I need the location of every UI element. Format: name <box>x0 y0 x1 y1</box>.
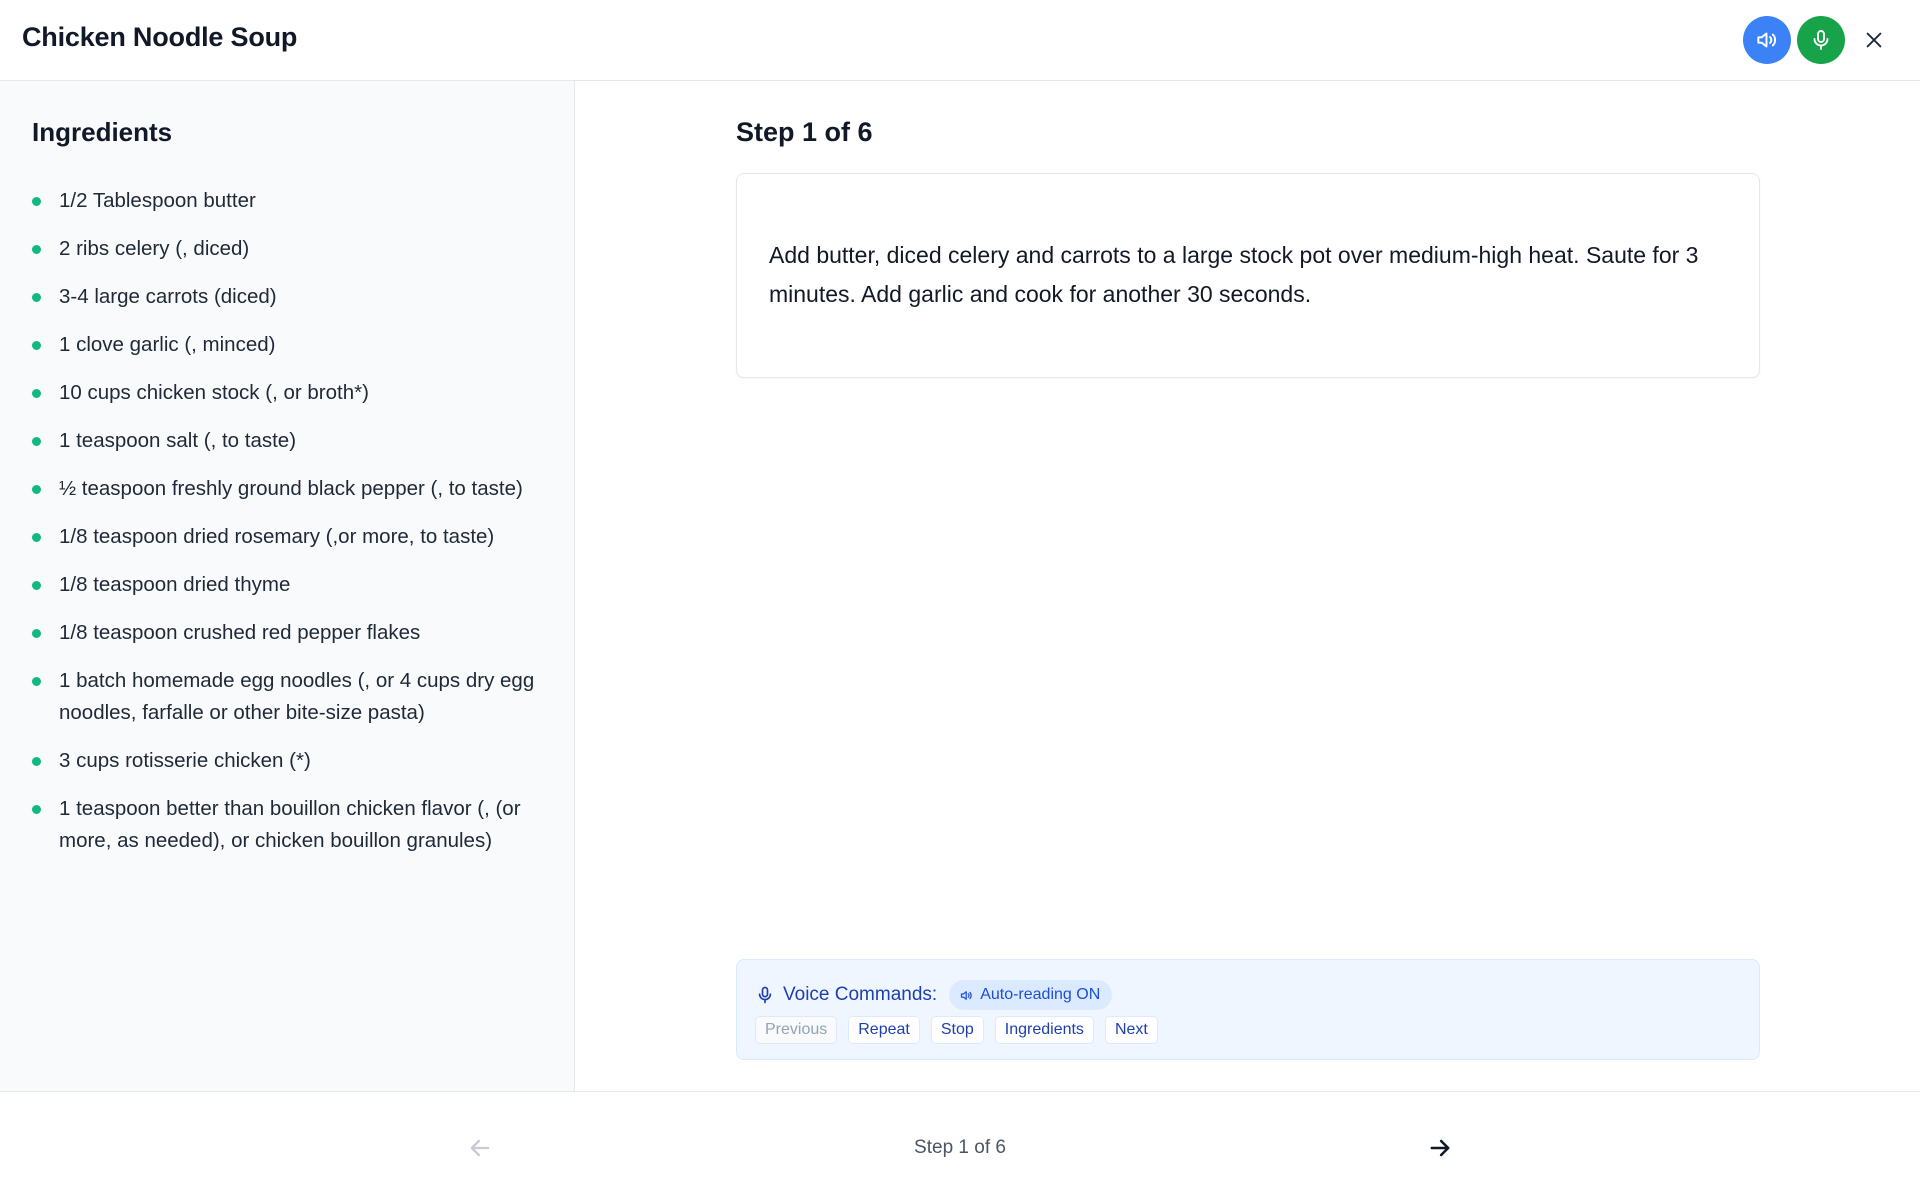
bullet-dot <box>32 629 41 638</box>
step-heading: Step 1 of 6 <box>736 117 873 147</box>
command-repeat[interactable]: Repeat <box>848 1016 920 1044</box>
ingredient-label: 3-4 large carrots (diced) <box>59 285 277 308</box>
ingredients-heading: Ingredients <box>32 117 173 147</box>
ingredient-label: 1 batch homemade egg noodles (, or 4 cup… <box>59 669 535 724</box>
ingredient-item: 1/8 teaspoon dried thyme <box>32 569 542 601</box>
bullet-dot <box>32 757 41 766</box>
ingredient-item: 1/2 Tablespoon butter <box>32 185 542 217</box>
ingredient-label: ½ teaspoon freshly ground black pepper (… <box>59 477 523 500</box>
bullet-dot <box>32 197 41 206</box>
bullet-dot <box>32 533 41 542</box>
mic-icon <box>1813 30 1829 50</box>
ingredients-sidebar: Ingredients 1/2 Tablespoon butter 2 ribs … <box>0 81 575 1091</box>
ingredient-item: 1/8 teaspoon dried rosemary (,or more, t… <box>32 521 542 553</box>
ingredient-item: 1 teaspoon salt (, to taste) <box>32 425 542 457</box>
command-next[interactable]: Next <box>1104 1016 1158 1044</box>
command-stop[interactable]: Stop <box>930 1016 984 1044</box>
ingredient-item: 1 teaspoon better than bouillon chicken … <box>32 793 542 857</box>
ingredient-item: 3 cups rotisserie chicken (*) <box>32 745 542 777</box>
speaker-button[interactable] <box>1743 16 1791 64</box>
bullet-dot <box>32 293 41 302</box>
ingredient-label: 1 teaspoon salt (, to taste) <box>59 429 297 452</box>
step-instructions: Add butter, diced celery and carrots to … <box>769 242 1699 307</box>
ingredient-label: 1 teaspoon better than bouillon chicken … <box>59 797 521 852</box>
close-icon <box>1866 32 1882 48</box>
command-ingredients[interactable]: Ingredients <box>994 1016 1094 1044</box>
speaker-icon <box>961 990 972 1000</box>
close-button[interactable] <box>1858 24 1890 56</box>
ingredient-item: 1 batch homemade egg noodles (, or 4 cup… <box>32 665 542 729</box>
ingredient-item: ½ teaspoon freshly ground black pepper (… <box>32 473 542 505</box>
mic-icon <box>758 986 772 1004</box>
ingredients-list: 1/2 Tablespoon butter 2 ribs celery (, di… <box>32 185 542 873</box>
ingredient-label: 1/2 Tablespoon butter <box>59 189 256 212</box>
bullet-dot <box>32 245 41 254</box>
bullet-dot <box>32 581 41 590</box>
auto-reading-label: Auto-reading ON <box>980 986 1101 1003</box>
ingredient-label: 2 ribs celery (, diced) <box>59 237 250 260</box>
voice-commands-label: Voice Commands: <box>783 984 938 1005</box>
ingredient-item: 1 clove garlic (, minced) <box>32 329 542 361</box>
ingredient-label: 1/8 teaspoon dried rosemary (,or more, t… <box>59 525 495 548</box>
main-content: Step 1 of 6 Add butter, diced celery and… <box>576 81 1920 1091</box>
header: Chicken Noodle Soup <box>0 0 1920 81</box>
bullet-dot <box>32 677 41 686</box>
auto-reading-badge: Auto-reading ON <box>949 980 1113 1010</box>
ingredient-label: 1/8 teaspoon crushed red pepper flakes <box>59 621 421 644</box>
step-navigation-footer: Step 1 of 6 <box>0 1091 1920 1200</box>
step-counter: Step 1 of 6 <box>914 1137 1006 1158</box>
ingredient-label: 1/8 teaspoon dried thyme <box>59 573 291 596</box>
bullet-dot <box>32 805 41 814</box>
step-card: Add butter, diced celery and carrots to … <box>736 173 1760 378</box>
bullet-dot <box>32 485 41 494</box>
ingredient-item: 2 ribs celery (, diced) <box>32 233 542 265</box>
voice-title-row: Voice Commands: Auto-reading ON <box>755 980 1113 1010</box>
recipe-step-view: Chicken Noodle Soup Ingredients 1/2 Tabl… <box>0 0 1920 1200</box>
bullet-dot <box>32 341 41 350</box>
bullet-dot <box>32 389 41 398</box>
ingredient-item: 1/8 teaspoon crushed red pepper flakes <box>32 617 542 649</box>
microphone-button[interactable] <box>1797 16 1845 64</box>
command-previous: Previous <box>755 1016 838 1044</box>
bullet-dot <box>32 437 41 446</box>
voice-commands-panel: Voice Commands: Auto-reading ON Previous… <box>736 959 1760 1060</box>
next-step-button[interactable] <box>1422 1130 1458 1166</box>
ingredient-item: 3-4 large carrots (diced) <box>32 281 542 313</box>
ingredient-label: 3 cups rotisserie chicken (*) <box>59 749 311 772</box>
arrow-right-icon <box>1430 1139 1450 1157</box>
voice-command-chips: Previous Repeat Stop Ingredients Next <box>755 1016 1158 1044</box>
speaker-icon <box>1757 32 1777 48</box>
ingredient-label: 1 clove garlic (, minced) <box>59 333 276 356</box>
ingredient-label: 10 cups chicken stock (, or broth*) <box>59 381 369 404</box>
ingredient-item: 10 cups chicken stock (, or broth*) <box>32 377 542 409</box>
page-title: Chicken Noodle Soup <box>22 22 298 52</box>
